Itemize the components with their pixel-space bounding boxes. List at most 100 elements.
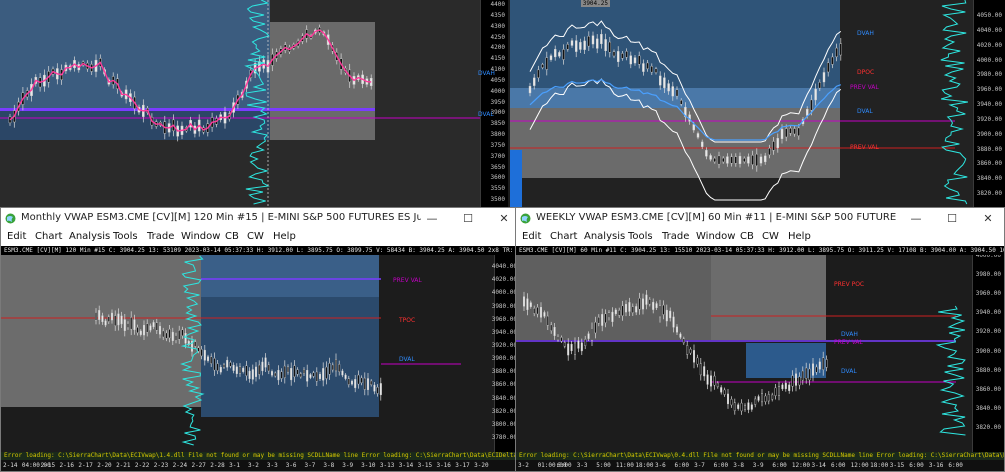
candle [536,307,539,315]
menu-help[interactable]: Help [788,231,811,242]
menu-window[interactable]: Window [696,231,735,242]
maximize-button[interactable]: ☐ [942,208,962,229]
candle [357,374,360,385]
candle [306,370,309,382]
date-tick: 2-22 [134,462,150,469]
candle [624,303,627,313]
weekly-vwap-window[interactable]: WEEKLY VWAP ESM3.CME [CV][M] 60 Min #11 … [515,207,1005,472]
candle [700,141,704,147]
date-tick: 3-3 [576,462,588,469]
candle [367,378,370,390]
candle [229,362,232,367]
title-bar[interactable]: Monthly VWAP ESM3.CME [CV][M] 120 Min #1… [1,208,520,229]
maximize-button[interactable]: ☐ [458,208,478,229]
date-axis[interactable]: 3-2 01:00:00 6:00 3-3 5:00 11:00 18:00 3-6 6:00 3… [516,460,1004,471]
top-left-chart[interactable]: 4400 4350 4300 4250 4200 4150 4100 4050 4000 3950… [0,0,508,207]
top-right-plot[interactable] [510,0,973,207]
top-right-price-axis[interactable]: 4050.00 4040.00 4020.00 4000.00 3980.00 3960.… [973,0,1005,207]
minimize-button[interactable]: — [422,208,442,229]
menu-cb[interactable]: CB [225,231,239,242]
menu-help[interactable]: Help [273,231,296,242]
candle [373,384,376,392]
price-tick: 3980.00 [491,302,517,310]
date-tick: 3-9 [752,462,764,469]
date-axis[interactable]: 2-14 04:00:00 2-15 2-16 2-17 2-20 2-21 2-22 2-23… [1,460,520,471]
candle [583,40,586,50]
price-tick: 3900.00 [975,347,1001,355]
top-left-price-axis[interactable]: 4400 4350 4300 4250 4200 4150 4100 4050 4000 3950… [480,0,508,207]
price-tick: 3550 [490,185,505,193]
volume-bar [510,150,522,207]
weekly-plot[interactable] [516,246,974,454]
candle [784,382,787,390]
top-right-chart[interactable]: 4050.00 4040.00 4020.00 4000.00 3980.00 3960.… [510,0,1005,207]
candle [645,294,648,305]
menu-edit[interactable]: Edit [522,231,541,242]
price-tick: 4200 [490,44,505,52]
menu-cb[interactable]: CB [740,231,754,242]
menu-window[interactable]: Window [181,231,220,242]
menu-tools[interactable]: Tools [113,231,138,242]
date-tick: 2-21 [116,462,131,469]
candle [540,307,543,318]
price-tick: 3850 [490,120,505,128]
top-left-plot[interactable] [0,0,480,207]
price-tick: 3750 [490,141,505,149]
price-tick: 4400 [490,1,505,8]
candle [533,308,536,314]
candle [654,68,658,73]
title-bar[interactable]: WEEKLY VWAP ESM3.CME [CV][M] 60 Min #11 … [516,208,1004,229]
label-prev-val: PREV VAL [834,339,863,346]
weekly-chart-area[interactable]: 4000.00 3980.00 3960.00 3940.00 3920.00 3900.… [516,246,1004,471]
menu-chart[interactable]: Chart [35,231,62,242]
candle [146,323,149,333]
candle [785,128,788,138]
menu-cw[interactable]: CW [762,231,779,242]
date-tick: 3-16 [436,462,451,469]
close-button[interactable]: ✕ [494,208,514,229]
menu-analysis[interactable]: Analysis [584,231,625,242]
date-tick: 2-27 [191,462,206,469]
monthly-vwap-window[interactable]: Monthly VWAP ESM3.CME [CV][M] 120 Min #1… [0,207,521,472]
candle [162,330,165,338]
menu-tools[interactable]: Tools [628,231,653,242]
monthly-chart-area[interactable]: 4060.004040.004020.004000.003980.003960.… [1,246,520,471]
price-tick: 3860.00 [975,385,1001,393]
candle [315,371,318,382]
candle [759,156,763,164]
menu-trade[interactable]: Trade [662,231,689,242]
candle [360,377,363,384]
candle [778,386,781,396]
menu-cw[interactable]: CW [247,231,264,242]
minimize-button[interactable]: — [906,208,926,229]
candle [299,373,302,378]
weekly-price-axis[interactable]: 4000.00 3980.00 3960.00 3940.00 3920.00 3900.… [972,246,1004,452]
candle [123,319,126,331]
close-button[interactable]: ✕ [978,208,998,229]
label-dvah: DVAH [841,331,858,338]
menu-edit[interactable]: Edit [7,231,26,242]
menu-chart[interactable]: Chart [550,231,577,242]
date-tick: 3-2 [518,462,529,469]
candle [791,375,794,387]
candle [526,298,529,310]
candle [628,302,631,312]
candle [533,77,536,86]
vwap-band-upper [510,0,840,88]
price-tick: 3820.00 [975,424,1001,431]
menu-trade[interactable]: Trade [147,231,174,242]
price-tick: 4020.00 [976,41,1002,49]
candle [591,35,595,45]
price-tick: 4350 [490,11,505,19]
candle [612,51,616,57]
date-tick: 6:00 [713,462,729,469]
candle [168,329,171,339]
candle [709,375,712,387]
candle [607,312,610,318]
price-tick: 3880.00 [491,368,517,376]
date-tick: 3-17 [455,462,470,469]
candle [675,326,678,333]
menu-analysis[interactable]: Analysis [69,231,110,242]
date-tick: 3-14 [811,462,826,469]
candle [309,374,312,378]
